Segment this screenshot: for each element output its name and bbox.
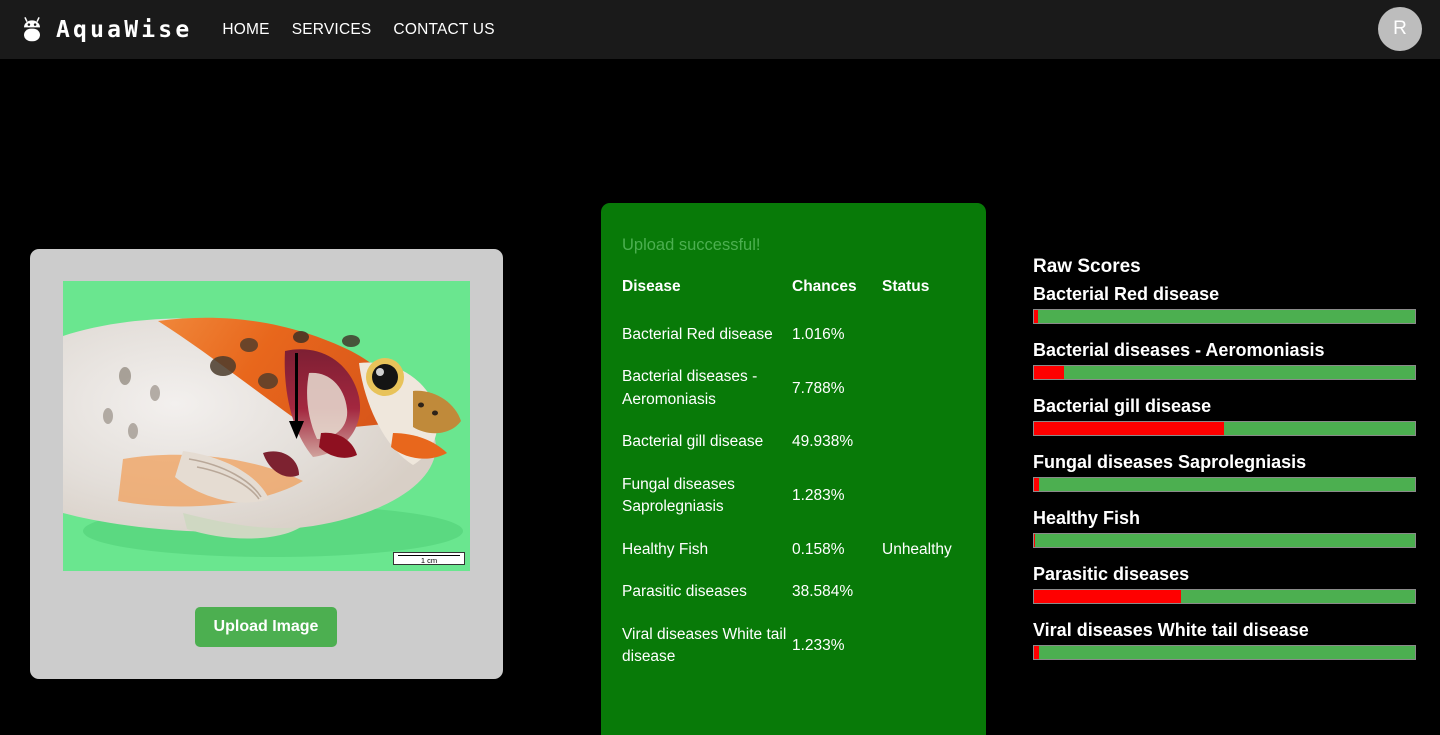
cell-status: [882, 421, 972, 463]
cell-chances: 1.016%: [792, 326, 845, 343]
score-progress-fill: [1034, 422, 1225, 435]
score-progress-bar: [1033, 309, 1416, 324]
upload-image-button[interactable]: Upload Image: [195, 607, 337, 647]
score-progress-fill: [1034, 534, 1035, 547]
score-label: Parasitic diseases: [1033, 564, 1190, 584]
cell-chances: 1.283%: [792, 487, 845, 505]
cell-disease: Bacterial Red disease: [622, 326, 773, 343]
score-label: Healthy Fish: [1033, 508, 1141, 528]
raw-scores-panel: Raw Scores Bacterial Red disease Bacteri…: [1033, 256, 1418, 676]
score-item: Viral diseases White tail disease: [1033, 620, 1418, 660]
score-progress-fill: [1034, 310, 1038, 323]
score-progress-bar: [1033, 365, 1416, 380]
score-progress-bar: [1033, 645, 1416, 660]
column-header-chances: Chances: [792, 278, 857, 295]
score-label: Fungal diseases Saprolegniasis: [1033, 452, 1307, 472]
image-preview[interactable]: 1 cm: [63, 281, 470, 571]
top-navbar: AquaWise HOME SERVICES CONTACT US R: [0, 0, 1440, 59]
nav-links: HOME SERVICES CONTACT US: [222, 21, 494, 39]
brand-name: AquaWise: [56, 16, 193, 43]
upload-card: 1 cm Upload Image: [30, 249, 503, 679]
score-label: Bacterial Red disease: [1033, 284, 1220, 304]
table-row: Viral diseases White tail disease 1.233%: [622, 614, 972, 679]
scale-bar-label: 1 cm: [420, 555, 438, 565]
score-progress-fill: [1034, 366, 1064, 379]
table-row: Healthy Fish 0.158% Unhealthy: [622, 529, 972, 571]
cell-disease: Bacterial diseases - Aeromoniasis: [622, 368, 758, 408]
table-row: Bacterial diseases - Aeromoniasis 7.788%: [622, 356, 972, 421]
table-row: Fungal diseases Saprolegniasis 1.283%: [622, 464, 972, 529]
upload-status-message: Upload successful!: [622, 236, 761, 254]
raw-scores-title: Raw Scores: [1033, 256, 1141, 277]
bug-logo-icon: [24, 16, 40, 41]
results-panel: Upload successful! Disease Chances Statu…: [601, 203, 986, 735]
score-item: Fungal diseases Saprolegniasis: [1033, 452, 1418, 492]
cell-chances: 7.788%: [792, 379, 845, 397]
scale-bar: 1 cm: [393, 552, 465, 565]
cell-status: [882, 464, 972, 529]
cell-disease: Viral diseases White tail disease: [622, 625, 787, 666]
table-body: Bacterial Red disease 1.016% Bacterial d…: [622, 314, 972, 679]
brand[interactable]: AquaWise: [22, 17, 192, 43]
table-row: Bacterial gill disease 49.938%: [622, 421, 972, 463]
score-item: Bacterial Red disease: [1033, 284, 1418, 324]
table-row: Bacterial Red disease 1.016%: [622, 314, 972, 356]
cell-status: [882, 356, 972, 421]
score-progress-bar: [1033, 477, 1416, 492]
score-label: Bacterial diseases - Aeromoniasis: [1033, 340, 1325, 360]
score-label: Viral diseases White tail disease: [1033, 620, 1309, 640]
cell-status: [882, 571, 972, 613]
score-progress-fill: [1034, 478, 1039, 491]
score-item: Bacterial gill disease: [1033, 396, 1418, 436]
cell-disease: Fungal diseases Saprolegniasis: [622, 475, 735, 516]
cell-chances: 38.584%: [792, 583, 854, 601]
cell-status: [882, 614, 972, 679]
cell-status: [882, 314, 972, 356]
nav-link-contact-us[interactable]: CONTACT US: [393, 21, 494, 39]
score-progress-bar: [1033, 589, 1416, 604]
column-header-disease: Disease: [622, 278, 681, 295]
score-label: Bacterial gill disease: [1033, 396, 1212, 416]
score-item: Healthy Fish: [1033, 508, 1418, 548]
score-item: Parasitic diseases: [1033, 564, 1418, 604]
column-header-status: Status: [882, 278, 930, 295]
nav-link-home[interactable]: HOME: [222, 21, 269, 39]
cell-disease: Bacterial gill disease: [622, 433, 764, 451]
score-progress-bar: [1033, 533, 1416, 548]
score-progress-fill: [1034, 646, 1039, 659]
fish-head-photo: [63, 281, 470, 571]
table-header-row: Disease Chances Status: [622, 278, 972, 314]
score-progress-fill: [1034, 590, 1181, 603]
cell-disease: Parasitic diseases: [622, 583, 747, 601]
nav-link-services[interactable]: SERVICES: [292, 21, 372, 39]
avatar[interactable]: R: [1378, 7, 1422, 51]
disease-results-table: Disease Chances Status Bacterial Red dis…: [622, 278, 972, 679]
cell-chances: 0.158%: [792, 540, 845, 558]
cell-chances: 49.938%: [792, 433, 854, 451]
score-progress-bar: [1033, 421, 1416, 436]
table-row: Parasitic diseases 38.584%: [622, 571, 972, 613]
score-item: Bacterial diseases - Aeromoniasis: [1033, 340, 1418, 380]
cell-status: Unhealthy: [882, 540, 952, 558]
cell-disease: Healthy Fish: [622, 540, 709, 558]
cell-chances: 1.233%: [792, 636, 845, 654]
